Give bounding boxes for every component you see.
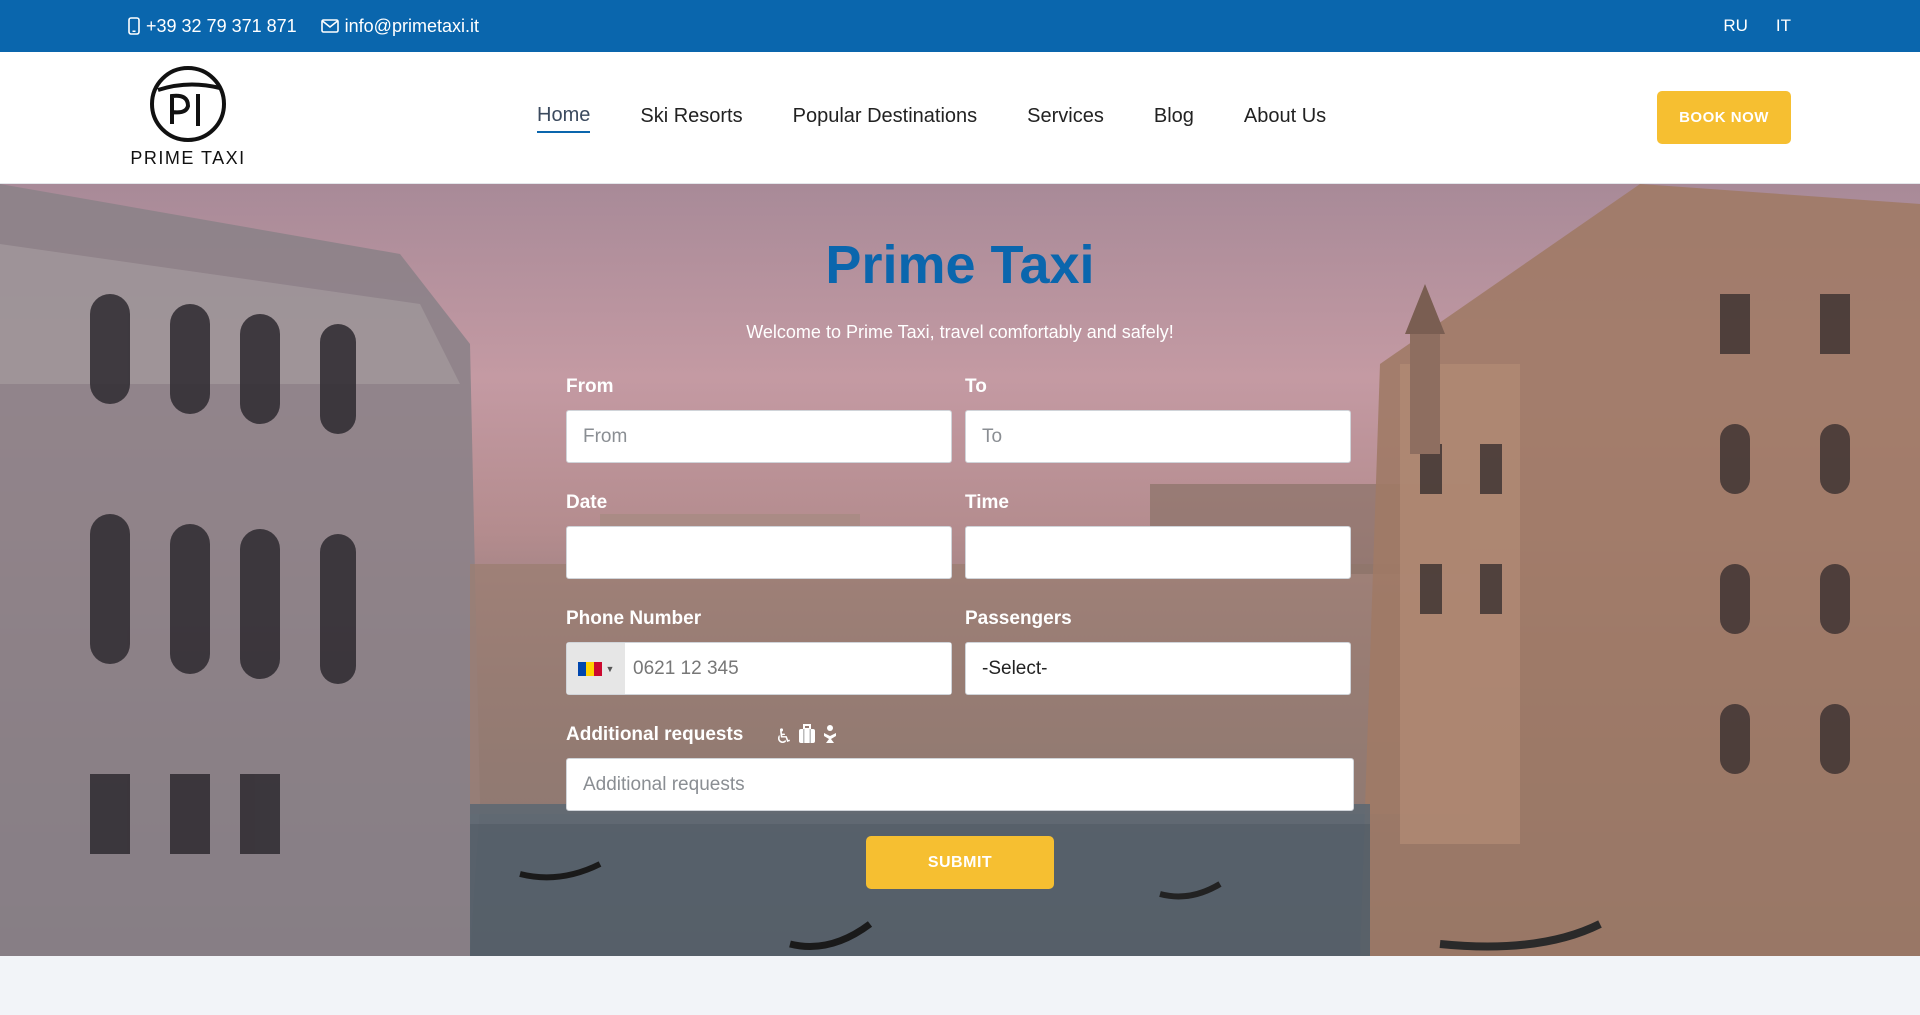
nav-services[interactable]: Services [1027,105,1104,132]
nav-home[interactable]: Home [537,104,591,133]
passengers-label: Passengers [965,608,1072,629]
nav-about-us[interactable]: About Us [1244,105,1326,132]
site-header: PRIME TAXI Home Ski Resorts Popular Dest… [0,52,1920,184]
phone-contact[interactable]: +39 32 79 371 871 [128,16,297,37]
passengers-select[interactable]: -Select- [965,642,1351,695]
email-contact[interactable]: info@primetaxi.it [320,16,479,37]
child-seat-icon [823,725,836,743]
mail-icon [320,19,339,33]
submit-button[interactable]: SUBMIT [866,836,1054,889]
from-label: From [566,376,614,397]
lang-it[interactable]: IT [1776,16,1791,36]
hero-title: Prime Taxi [825,235,1095,295]
nav-ski-resorts[interactable]: Ski Resorts [640,105,742,132]
moldova-flag-icon [577,661,602,676]
country-code-selector[interactable]: ▼ [567,643,625,694]
hero-subtitle: Welcome to Prime Taxi, travel comfortabl… [746,322,1174,342]
main-nav: Home Ski Resorts Popular Destinations Se… [537,52,1326,184]
top-bar: +39 32 79 371 871 info@primetaxi.it RU I… [0,0,1920,52]
wheelchair-icon: ♿ [775,726,793,748]
language-switcher: RU IT [1723,0,1791,52]
logo-text: PRIME TAXI [130,148,246,168]
requests-label: Additional requests [566,724,744,745]
logo-mark-icon [150,66,226,142]
contact-info: +39 32 79 371 871 info@primetaxi.it [128,0,479,52]
from-input[interactable] [566,410,952,463]
request-icons: ♿ [775,724,839,749]
nav-popular-destinations[interactable]: Popular Destinations [793,105,978,132]
phone-icon [128,17,140,35]
luggage-icon [798,724,815,743]
phone-number[interactable]: +39 32 79 371 871 [146,16,297,37]
requests-input[interactable] [566,758,1354,811]
passengers-selected-value: -Select- [982,657,1048,679]
to-label: To [965,376,987,397]
phone-field: ▼ [566,642,952,695]
chevron-down-icon: ▼ [605,663,615,674]
book-now-button[interactable]: BOOK NOW [1657,91,1791,144]
phone-label: Phone Number [566,608,702,629]
time-input[interactable] [965,526,1351,579]
date-label: Date [566,492,608,513]
lang-ru[interactable]: RU [1723,16,1748,36]
to-input[interactable] [965,410,1351,463]
date-input[interactable] [566,526,952,579]
phone-input[interactable] [625,643,951,694]
hero-section: Prime Taxi Welcome to Prime Taxi, travel… [0,184,1920,956]
email-address[interactable]: info@primetaxi.it [345,16,479,37]
time-label: Time [965,492,1010,513]
nav-blog[interactable]: Blog [1154,105,1194,132]
logo[interactable]: PRIME TAXI [128,66,248,168]
